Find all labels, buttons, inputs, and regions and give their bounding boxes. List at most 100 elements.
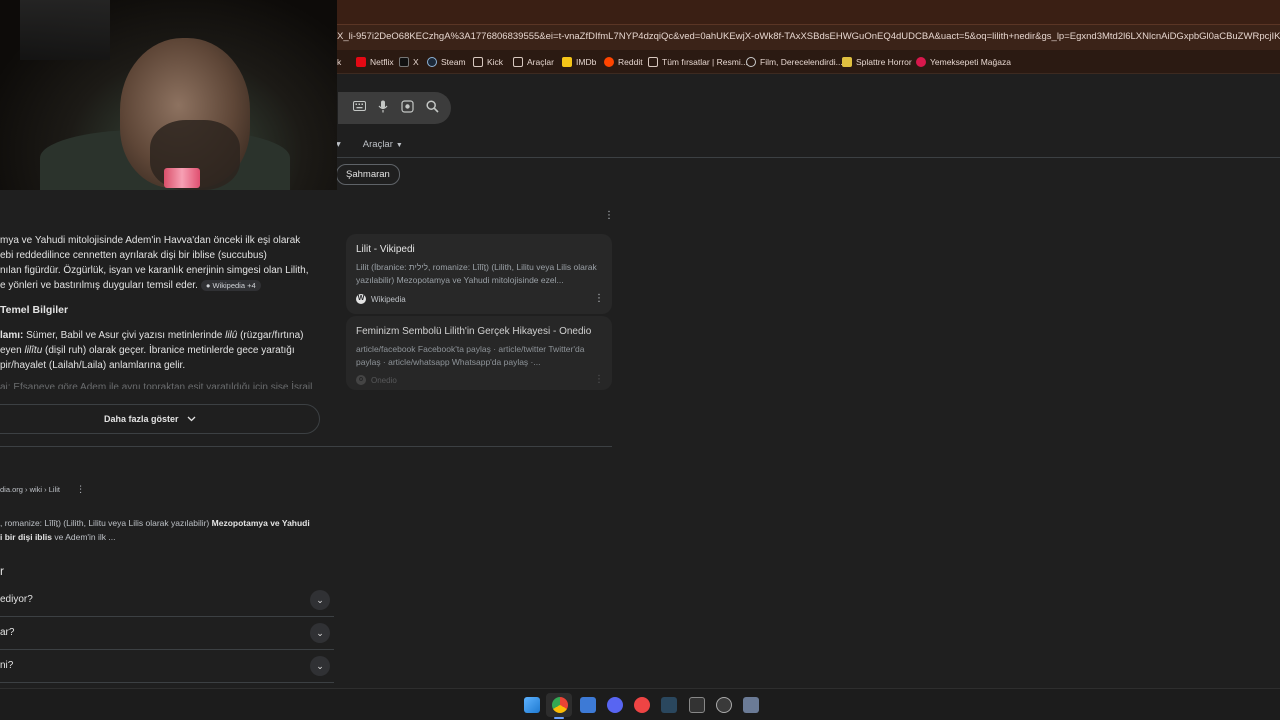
bookmark-araclar[interactable]: Araçlar xyxy=(513,56,554,68)
steam-icon[interactable] xyxy=(661,697,677,713)
bullet-italic: lilû xyxy=(225,330,238,341)
overview-line: nılan figürdür. Özgürlük, isyan ve karan… xyxy=(0,265,309,276)
bookmark-label: Splattre Horror xyxy=(856,57,912,67)
folder-icon xyxy=(513,57,523,67)
chevron-down-icon[interactable]: ⌄ xyxy=(310,656,330,676)
source-tag[interactable]: ● Wikipedia +4 xyxy=(200,280,261,291)
url-text[interactable]: X_li-957i2DeO68KECzhgA%3A1776806839555&e… xyxy=(337,31,1280,42)
source-card-snippet: Lilit (İbranice: לילית, romanize: Lîlîṯ)… xyxy=(356,262,597,285)
paa-question[interactable]: ni? ⌄ xyxy=(0,650,334,683)
netflix-icon xyxy=(356,57,366,67)
source-card[interactable]: Lilit - Vikipedi Lilit (İbranice: לילית,… xyxy=(346,234,612,314)
youtube-music-icon[interactable] xyxy=(634,697,650,713)
folder-icon xyxy=(648,57,658,67)
more-options-icon[interactable]: ⋮ xyxy=(594,294,604,304)
overview-line: mya ve Yahudi mitolojisinde Adem'in Havv… xyxy=(0,235,301,246)
paa-question[interactable]: ediyor? ⌄ xyxy=(0,584,334,617)
snippet-bold: i bir dişi iblis xyxy=(0,532,52,542)
more-options-icon[interactable]: ⋮ xyxy=(76,484,85,494)
show-more-label: Daha fazla göster xyxy=(103,414,179,424)
mail-icon[interactable] xyxy=(580,697,596,713)
source-card[interactable]: Feminizm Sembolü Lilith'in Gerçek Hikaye… xyxy=(346,316,612,390)
more-options-icon[interactable]: ⋮ xyxy=(594,375,604,385)
app-icon[interactable] xyxy=(743,697,759,713)
epic-games-icon[interactable] xyxy=(689,697,705,713)
paa-question-text: ni? xyxy=(0,660,14,671)
chrome-icon[interactable] xyxy=(552,697,568,713)
bookmark-film[interactable]: Film, Derecelendirdi... xyxy=(746,56,843,68)
bookmark-label: Araçlar xyxy=(527,57,554,67)
chevron-down-icon[interactable]: ⌄ xyxy=(310,623,330,643)
search-box[interactable] xyxy=(338,92,451,124)
section-title: Temel Bilgiler xyxy=(0,304,69,316)
globe-icon xyxy=(746,57,756,67)
bookmark-deals[interactable]: Tüm fırsatlar | Resmi... xyxy=(648,56,748,68)
snippet-text: ve Adem'in ilk ... xyxy=(51,532,116,542)
bookmark-kick[interactable]: Kick xyxy=(473,56,503,68)
filter-divider xyxy=(337,157,1280,158)
bookmark-label: Steam xyxy=(441,57,466,67)
webcam-light xyxy=(164,168,200,188)
source-card-title[interactable]: Lilit - Vikipedi xyxy=(356,244,415,255)
imdb-icon xyxy=(562,57,572,67)
faded-line: aj: Efsaneye göre Adem ile aynı toprakta… xyxy=(0,382,313,389)
source-card-title[interactable]: Feminizm Sembolü Lilith'in Gerçek Hikaye… xyxy=(356,326,591,337)
bookmark-label: Kick xyxy=(487,57,504,67)
windows-start-icon[interactable] xyxy=(524,697,540,713)
bookmark-label: Tüm fırsatlar | Resmi... xyxy=(662,57,748,67)
result-snippet: , romanize: Lîlîṯ) (Lilith, Lilitu veya … xyxy=(0,516,310,544)
source-name: Wikipedia xyxy=(371,294,406,304)
bullet-text: (dişil ruh) olarak geçer. İbranice metin… xyxy=(42,345,295,356)
bookmark-label: Film, Derecelendirdi... xyxy=(760,57,843,67)
bullet-line: pir/hayalet (Lailah/Laila) anlamlarına g… xyxy=(0,360,186,371)
obs-icon[interactable] xyxy=(716,697,732,713)
onedio-icon: o xyxy=(356,375,366,385)
chevron-down-icon: ▼ xyxy=(395,142,403,149)
source-card-snippet: article/facebook Facebook'ta paylaş · ar… xyxy=(356,344,585,367)
paa-question[interactable]: ar? ⌄ xyxy=(0,617,334,650)
x-icon xyxy=(399,57,409,67)
reddit-icon xyxy=(604,57,614,67)
paa-question-text: ar? xyxy=(0,627,15,638)
bookmark-label: Reddit xyxy=(618,57,643,67)
source-name: Onedio xyxy=(371,375,397,385)
bookmark-yemeksepeti[interactable]: Yemeksepeti Mağaza xyxy=(916,56,1011,68)
show-more-button[interactable]: Daha fazla göster xyxy=(0,404,320,434)
yemeksepeti-icon xyxy=(916,57,926,67)
chevron-down-icon xyxy=(187,405,196,433)
overview-line: ebi reddedilince cennetten ayrılarak diş… xyxy=(0,250,267,261)
bookmark-x[interactable]: X xyxy=(399,56,419,68)
bullet-bold: lamı: xyxy=(0,330,24,341)
bookmark-splattre[interactable]: Splattre Horror xyxy=(842,56,912,68)
chevron-down-icon[interactable]: ⌄ xyxy=(310,590,330,610)
breadcrumb-text: dia.org › wiki › Lilit xyxy=(0,485,61,494)
source-tag-label: Wikipedia +4 xyxy=(212,281,256,290)
discord-icon[interactable] xyxy=(607,697,623,713)
bullet-text: (rüzgar/fırtına) xyxy=(237,330,304,341)
bookmark-label: Netflix xyxy=(370,57,394,67)
camera-search-icon[interactable] xyxy=(400,100,414,114)
overview-line-last: e yönleri ve bastırılmış duyguları temsi… xyxy=(0,278,261,293)
bookmark-steam[interactable]: Steam xyxy=(427,56,466,68)
microphone-icon[interactable] xyxy=(376,100,390,114)
suggestion-chip[interactable]: Şahmaran xyxy=(336,164,400,185)
result-breadcrumb[interactable]: dia.org › wiki › Lilit ⋮ xyxy=(0,484,85,495)
keyboard-icon[interactable] xyxy=(352,100,366,114)
taskbar xyxy=(0,688,1280,720)
search-icon[interactable] xyxy=(425,100,439,114)
bookmark-site-icon xyxy=(842,57,852,67)
bookmark-imdb[interactable]: IMDb xyxy=(562,56,596,68)
bullet-text: Sümer, Babil ve Asur çivi yazısı metinle… xyxy=(23,330,226,341)
bookmark-label: Yemeksepeti Mağaza xyxy=(930,57,1011,67)
bookmark-fragment[interactable]: k xyxy=(337,56,341,68)
steam-icon xyxy=(427,57,437,67)
overview-line-text: e yönleri ve bastırılmış duyguları temsi… xyxy=(0,280,198,291)
webcam-overlay xyxy=(0,0,337,190)
webcam-background xyxy=(20,0,110,60)
bookmark-netflix[interactable]: Netflix xyxy=(356,56,394,68)
section-divider xyxy=(0,446,612,447)
bookmark-label: IMDb xyxy=(576,57,597,67)
tools-menu[interactable]: ▾ Araçlar ▼ xyxy=(336,139,403,150)
bookmark-reddit[interactable]: Reddit xyxy=(604,56,643,68)
more-options-icon[interactable]: ⋮ xyxy=(604,211,614,221)
